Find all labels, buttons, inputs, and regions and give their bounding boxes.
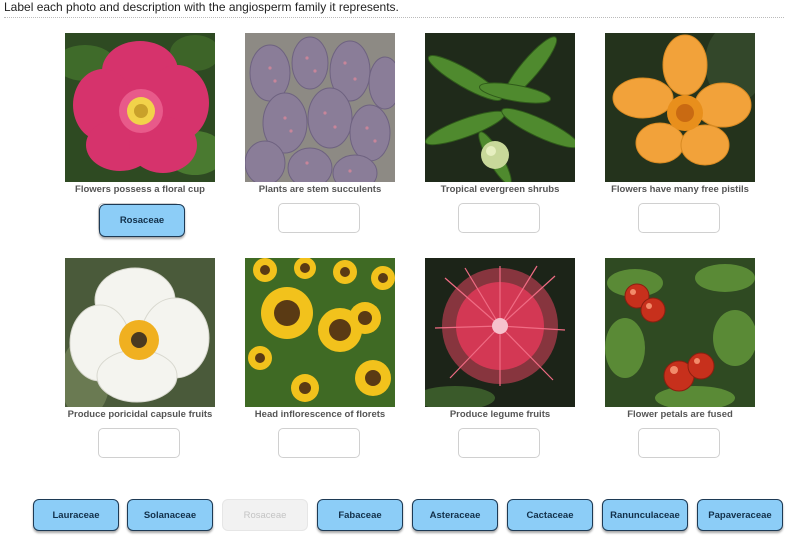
prickly-pear-cactus-photo — [245, 33, 395, 182]
fairy-duster-photo — [425, 258, 575, 407]
drop-target-head-inflorescence[interactable] — [278, 428, 360, 458]
card-description: Head inflorescence of florets — [254, 409, 386, 420]
chip-lauraceae[interactable]: Lauraceae — [33, 499, 119, 531]
drop-target-fused-petals[interactable] — [638, 428, 720, 458]
rose-photo — [65, 33, 215, 182]
chip-rosaceae-used: Rosaceae — [222, 499, 308, 531]
buttercup-photo — [605, 33, 755, 182]
chip-fabaceae[interactable]: Fabaceae — [317, 499, 403, 531]
drop-target-stem-succulents[interactable] — [278, 203, 360, 233]
drop-target-floral-cup[interactable]: Rosaceae — [98, 203, 185, 237]
chip-solanaceae[interactable]: Solanaceae — [127, 499, 213, 531]
drop-target-free-pistils[interactable] — [638, 203, 720, 233]
drop-target-tropical-shrubs[interactable] — [458, 203, 540, 233]
card-description: Plants are stem succulents — [258, 184, 382, 195]
drop-target-legume-fruits[interactable] — [458, 428, 540, 458]
card-description: Produce legume fruits — [449, 409, 551, 420]
sunflowers-photo — [245, 258, 395, 407]
card-description: Produce poricidal capsule fruits — [67, 409, 213, 420]
chip-asteraceae[interactable]: Asteraceae — [412, 499, 498, 531]
chip-ranunculaceae[interactable]: Ranunculaceae — [602, 499, 688, 531]
chip-papaveraceae[interactable]: Papaveraceae — [697, 499, 783, 531]
chip-cactaceae[interactable]: Cactaceae — [507, 499, 593, 531]
card-description: Flower petals are fused — [627, 409, 733, 420]
prickly-poppy-photo — [65, 258, 215, 407]
placed-chip-rosaceae[interactable]: Rosaceae — [99, 204, 185, 237]
instructions-text: Label each photo and description with th… — [4, 0, 784, 18]
card-description: Flowers have many free pistils — [611, 184, 749, 195]
card-description: Flowers possess a floral cup — [75, 184, 205, 195]
card-description: Tropical evergreen shrubs — [440, 184, 560, 195]
tomato-plant-photo — [605, 258, 755, 407]
laurel-leaves-photo — [425, 33, 575, 182]
drop-target-poricidal-capsule[interactable] — [98, 428, 180, 458]
